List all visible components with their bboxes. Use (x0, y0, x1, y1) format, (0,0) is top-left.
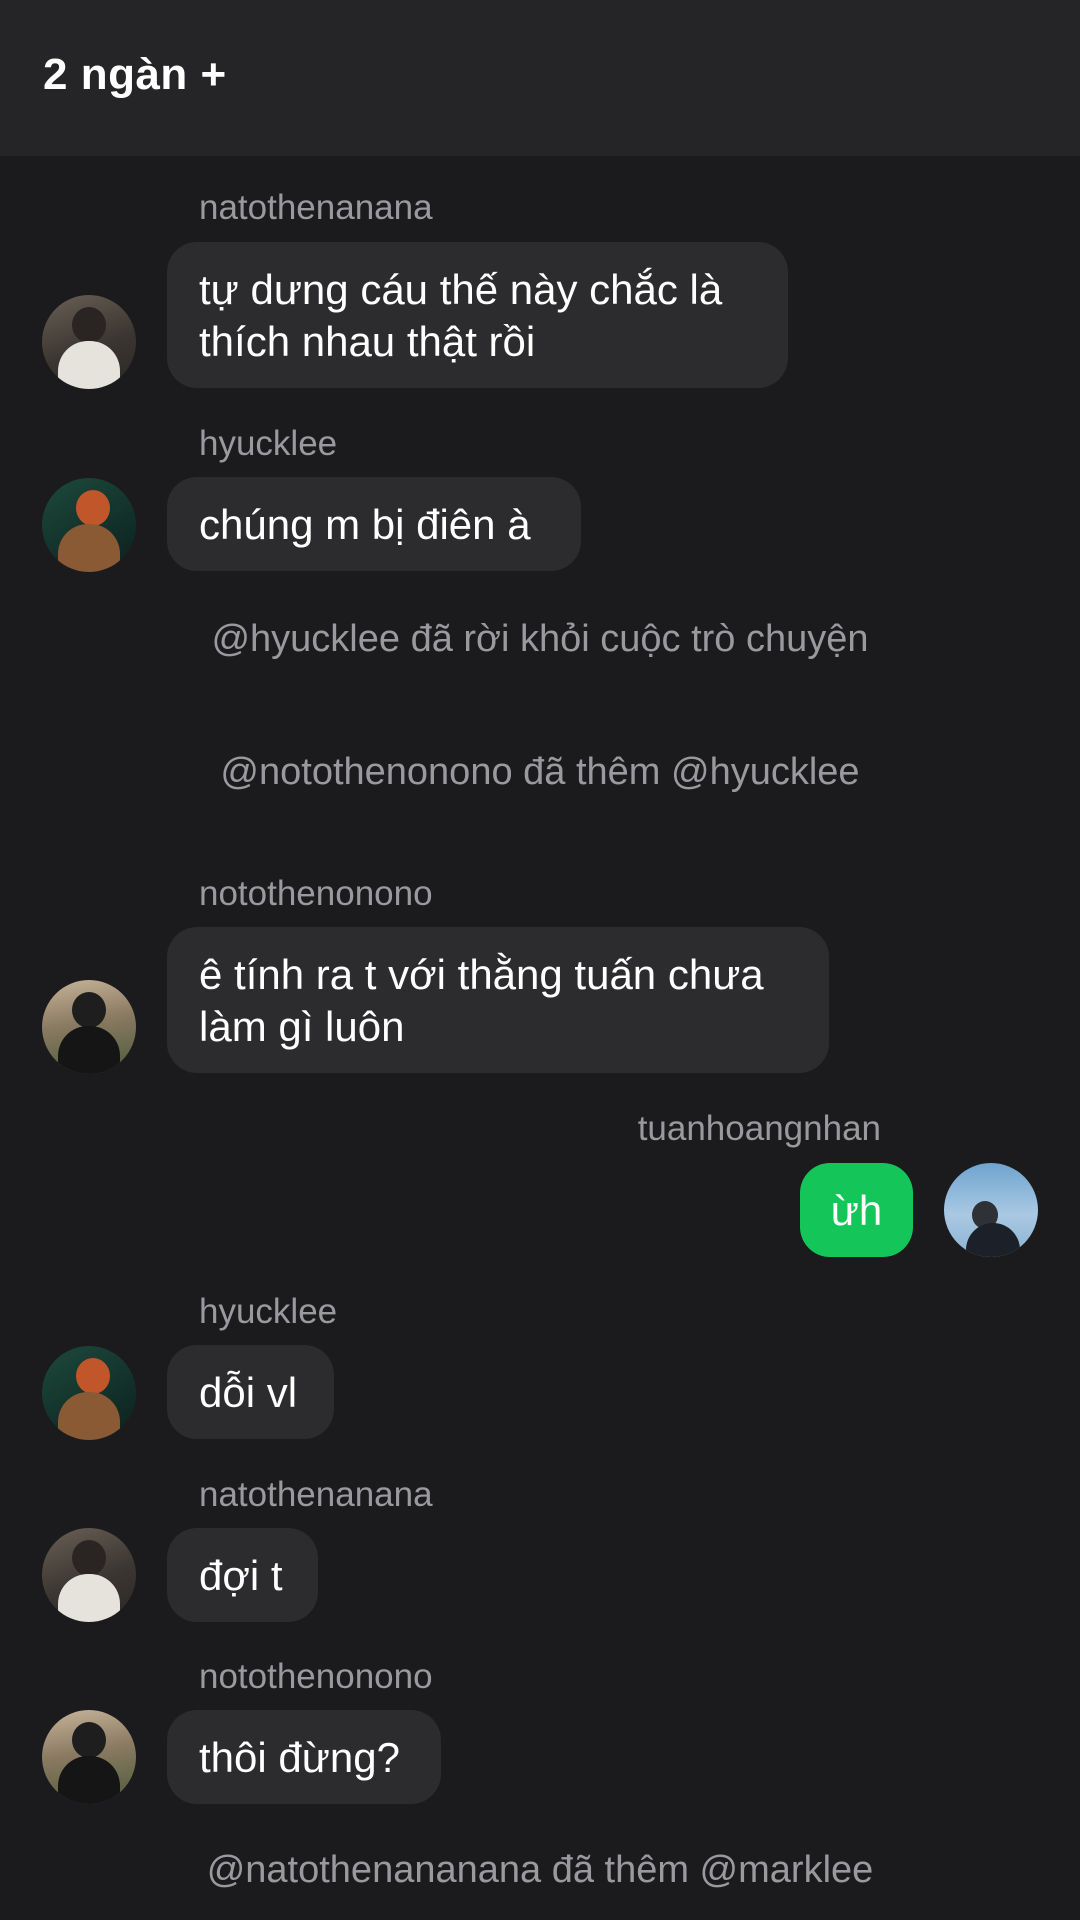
system-notice: @natothenananana đã thêm @marklee (206, 1849, 874, 1891)
system-notice: @hyucklee đã rời khỏi cuộc trò chuyện (211, 618, 869, 660)
avatar-body-shape (58, 524, 120, 572)
sender-name: natothenanana (199, 188, 433, 227)
system-notice: @notothenonono đã thêm @hyucklee (220, 751, 860, 793)
sender-name: notothenonono (199, 874, 433, 913)
message-bubble[interactable]: đợi t (167, 1528, 318, 1622)
message-bubble[interactable]: thôi đừng? (167, 1710, 441, 1804)
message-line: dỗi vl (199, 1369, 298, 1416)
avatar-head-shape (72, 1540, 106, 1576)
avatar-head-shape (76, 490, 110, 526)
message-line: ê tính ra t với thằng tuấn chưa (199, 951, 764, 998)
avatar-body-shape (966, 1223, 1020, 1257)
message-bubble-own[interactable]: ừh (800, 1163, 913, 1257)
sender-name: tuanhoangnhan (637, 1109, 881, 1148)
message-line: làm gì luôn (199, 1003, 405, 1050)
avatar-body-shape (58, 1026, 120, 1074)
sender-name: hyucklee (199, 1292, 338, 1331)
message-line: chúng m bị điên à (199, 501, 531, 548)
avatar-natothenanana[interactable] (42, 295, 136, 389)
chat-title[interactable]: 2 ngàn + (43, 50, 227, 100)
sender-name: natothenanana (199, 1475, 433, 1514)
message-line: thôi đừng? (199, 1734, 400, 1781)
sender-name: hyucklee (199, 424, 338, 463)
message-line: tự dưng cáu thế này chắc là (199, 266, 723, 313)
message-line: ừh (830, 1187, 883, 1234)
avatar-head-shape (72, 307, 106, 343)
avatar-hyucklee[interactable] (42, 478, 136, 572)
avatar-head-shape (72, 992, 106, 1028)
avatar-body-shape (58, 1574, 120, 1622)
avatar-hyucklee[interactable] (42, 1346, 136, 1440)
sender-name: notothenonono (199, 1657, 433, 1696)
message-line: thích nhau thật rồi (199, 318, 536, 365)
message-bubble[interactable]: dỗi vl (167, 1345, 334, 1439)
message-bubble[interactable]: chúng m bị điên à (167, 477, 581, 571)
avatar-body-shape (58, 341, 120, 389)
avatar-body-shape (58, 1392, 120, 1440)
avatar-head-shape (72, 1722, 106, 1758)
message-line: đợi t (199, 1552, 283, 1599)
message-bubble[interactable]: ê tính ra t với thằng tuấn chưa làm gì l… (167, 927, 829, 1073)
avatar-notothenonono[interactable] (42, 980, 136, 1074)
avatar-tuanhoangnhan[interactable] (944, 1163, 1038, 1257)
avatar-head-shape (76, 1358, 110, 1394)
avatar-body-shape (58, 1756, 120, 1804)
message-bubble[interactable]: tự dưng cáu thế này chắc là thích nhau t… (167, 242, 788, 388)
avatar-natothenanana[interactable] (42, 1528, 136, 1622)
avatar-notothenonono[interactable] (42, 1710, 136, 1804)
chat-header: 2 ngàn + (0, 0, 1080, 156)
